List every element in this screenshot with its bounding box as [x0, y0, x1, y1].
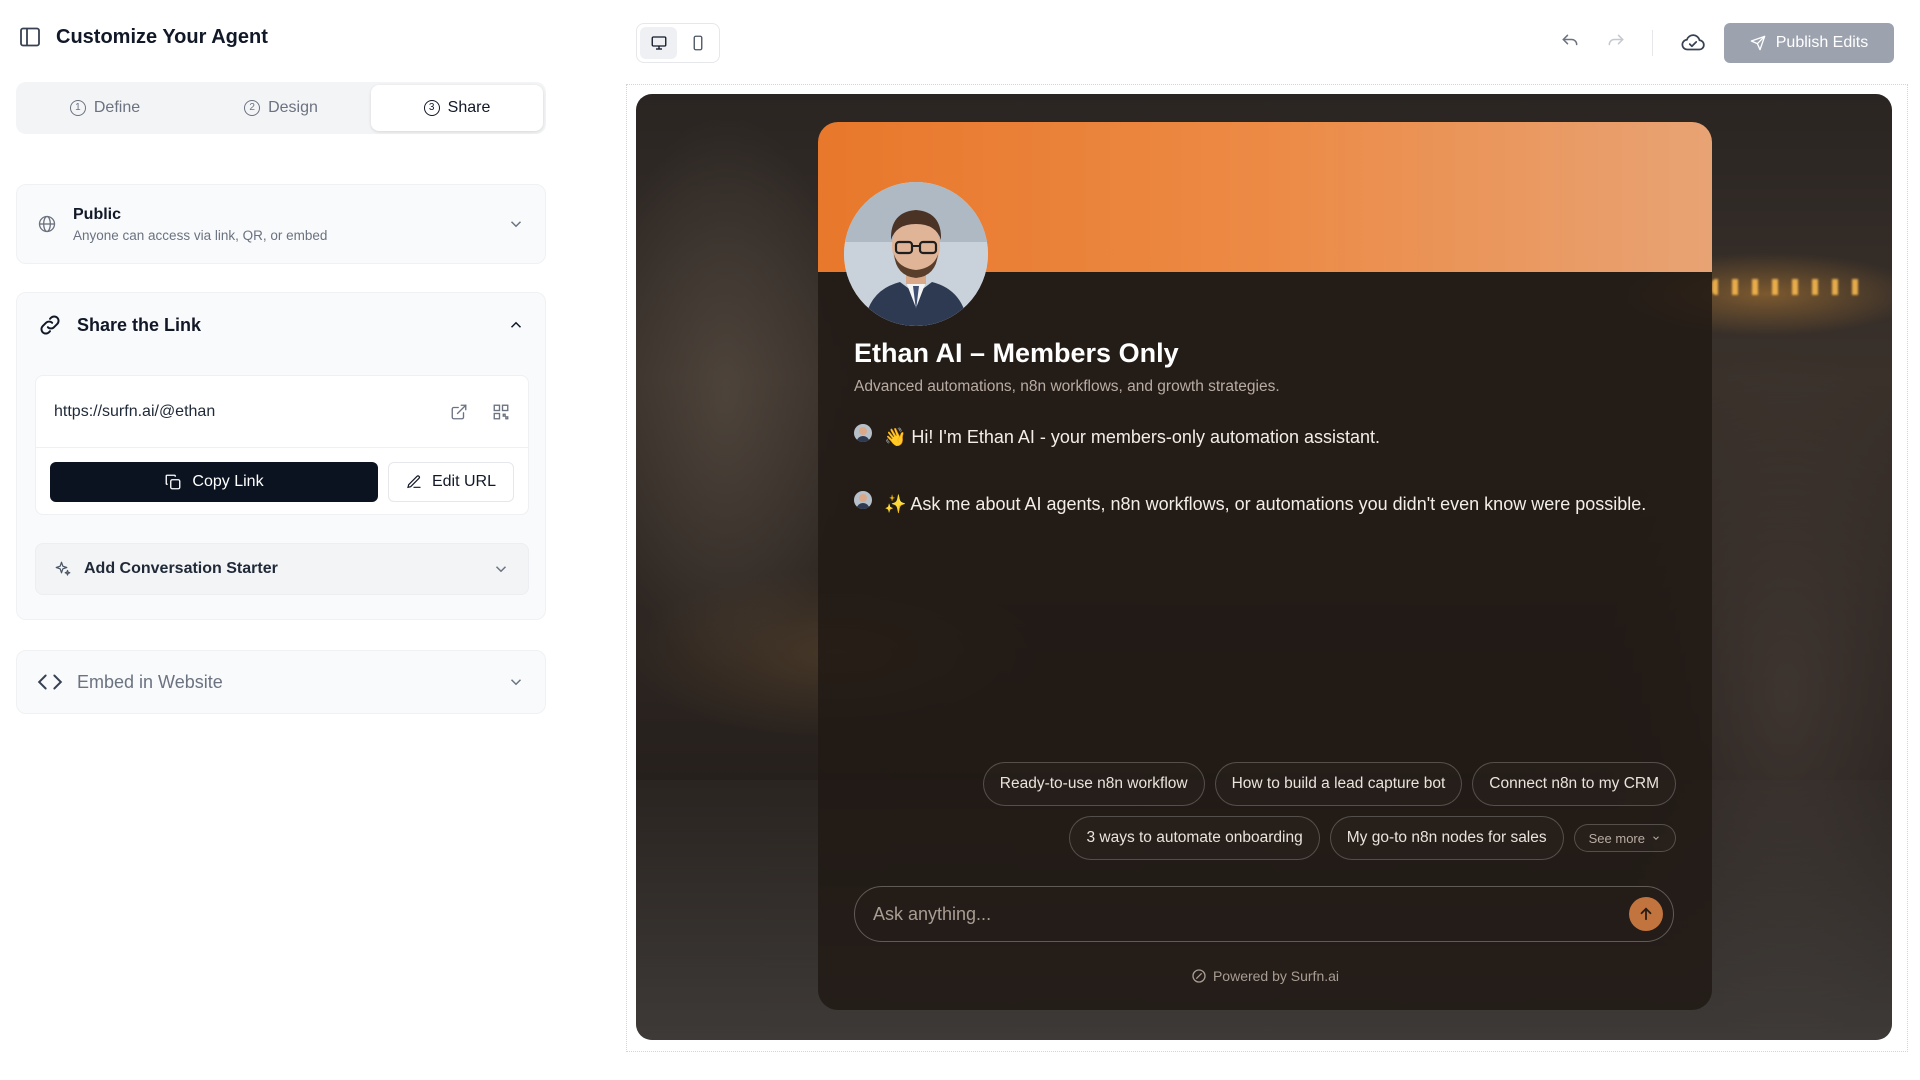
external-link-icon[interactable]: [450, 403, 468, 421]
surfn-logo-icon: [1191, 968, 1207, 984]
ask-input[interactable]: [873, 903, 1629, 925]
desktop-view-icon[interactable]: [640, 27, 677, 59]
tab-design[interactable]: 2 Design: [195, 85, 367, 131]
copy-link-label: Copy Link: [192, 473, 264, 490]
message-text: ✨ Ask me about AI agents, n8n workflows,…: [884, 494, 1647, 514]
device-toggle: [636, 23, 720, 63]
tab-define[interactable]: 1 Define: [19, 85, 191, 131]
chevron-down-icon: [1653, 836, 1659, 840]
tab-label: Design: [268, 99, 318, 116]
starter-chip[interactable]: 3 ways to automate onboarding: [1069, 816, 1320, 860]
add-conversation-starter[interactable]: Add Conversation Starter: [35, 543, 529, 595]
link-icon: [37, 312, 63, 338]
agent-preview: Ethan AI – Members Only Advanced automat…: [636, 94, 1892, 1040]
powered-by-text: Powered by Surfn.ai: [1212, 968, 1340, 984]
chevron-up-icon: [507, 316, 525, 334]
globe-icon: [37, 214, 57, 234]
agent-card: Ethan AI – Members Only Advanced automat…: [818, 122, 1712, 1010]
tab-label: Share: [447, 99, 491, 116]
send-icon: [1750, 35, 1766, 51]
mini-avatar: [854, 491, 872, 509]
starter-row: 3 ways to automate onboarding My go-to n…: [876, 816, 1676, 860]
edit-url-button[interactable]: Edit URL: [388, 462, 514, 502]
pencil-icon: [406, 474, 422, 490]
share-link-heading: Share the Link: [77, 314, 202, 335]
chevron-down-icon: [507, 215, 525, 233]
agent-subtitle: Advanced automations, n8n workflows, and…: [854, 378, 1280, 395]
copy-icon: [164, 473, 182, 491]
visibility-text: Public Anyone can access via link, QR, o…: [73, 206, 507, 243]
starter-chip[interactable]: Connect n8n to my CRM: [1472, 762, 1676, 806]
share-link-header[interactable]: Share the Link: [17, 293, 545, 357]
tab-share[interactable]: 3 Share: [371, 85, 543, 131]
embed-label: Embed in Website: [77, 671, 223, 692]
step-2-icon: 2: [244, 100, 261, 116]
starter-label: Add Conversation Starter: [84, 560, 278, 577]
tab-label: Define: [93, 99, 141, 116]
code-icon: [37, 669, 63, 695]
visibility-subtitle: Anyone can access via link, QR, or embed: [73, 227, 328, 243]
message-text: 👋 Hi! I'm Ethan AI - your members-only a…: [884, 427, 1381, 447]
undo-icon[interactable]: [1560, 32, 1580, 52]
copy-link-button[interactable]: Copy Link: [50, 462, 378, 502]
link-row: https://surfn.ai/@ethan: [36, 376, 528, 448]
step-3-icon: 3: [423, 100, 440, 116]
step-tabs: 1 Define 2 Design 3 Share: [16, 82, 546, 134]
chat-message: ✨ Ask me about AI agents, n8n workflows,…: [854, 489, 1654, 520]
visibility-title: Public: [73, 205, 122, 223]
visibility-selector[interactable]: Public Anyone can access via link, QR, o…: [16, 184, 546, 264]
share-link-section: Share the Link https://surfn.ai/@ethan C…: [16, 292, 546, 620]
edit-url-label: Edit URL: [431, 473, 497, 490]
customize-panel: Customize Your Agent 1 Define 2 Design 3…: [0, 0, 560, 1080]
chevron-down-icon: [492, 560, 510, 578]
link-actions: Copy Link Edit URL: [36, 448, 528, 516]
panel-header: Customize Your Agent: [18, 22, 268, 52]
sparkles-icon: [54, 560, 72, 578]
mini-avatar: [854, 424, 872, 442]
see-more-label: See more: [1588, 830, 1645, 846]
publish-label: Publish Edits: [1775, 34, 1869, 51]
powered-by: Powered by Surfn.ai: [818, 968, 1712, 984]
avatar: [844, 182, 988, 326]
link-box: https://surfn.ai/@ethan Copy Link Edit U…: [35, 375, 529, 515]
conversation-starters: Ready-to-use n8n workflow How to build a…: [876, 762, 1676, 870]
arrow-up-icon: [1640, 907, 1652, 921]
background-lights: [1712, 279, 1862, 295]
toolbar-divider: [1652, 30, 1653, 56]
see-more-button[interactable]: See more: [1573, 824, 1676, 852]
chat-message: 👋 Hi! I'm Ethan AI - your members-only a…: [854, 422, 1654, 453]
step-1-icon: 1: [69, 100, 86, 116]
starter-chip[interactable]: Ready-to-use n8n workflow: [982, 762, 1205, 806]
share-url[interactable]: https://surfn.ai/@ethan: [54, 403, 426, 421]
sidebar-toggle-icon[interactable]: [18, 25, 42, 49]
starter-chip[interactable]: My go-to n8n nodes for sales: [1329, 816, 1564, 860]
cloud-saved-icon[interactable]: [1680, 30, 1706, 56]
page-title: Customize Your Agent: [56, 25, 268, 48]
publish-edits-button[interactable]: Publish Edits: [1724, 23, 1894, 63]
starter-chip[interactable]: How to build a lead capture bot: [1214, 762, 1463, 806]
starter-row: Ready-to-use n8n workflow How to build a…: [876, 762, 1676, 806]
send-button[interactable]: [1629, 897, 1663, 931]
chevron-down-icon: [507, 673, 525, 691]
embed-in-website-section[interactable]: Embed in Website: [16, 650, 546, 714]
agent-name: Ethan AI – Members Only: [854, 338, 1179, 368]
mobile-view-icon[interactable]: [679, 27, 716, 59]
chat-input-bar: [854, 886, 1674, 942]
qr-code-icon[interactable]: [492, 403, 510, 421]
redo-icon[interactable]: [1606, 32, 1626, 52]
